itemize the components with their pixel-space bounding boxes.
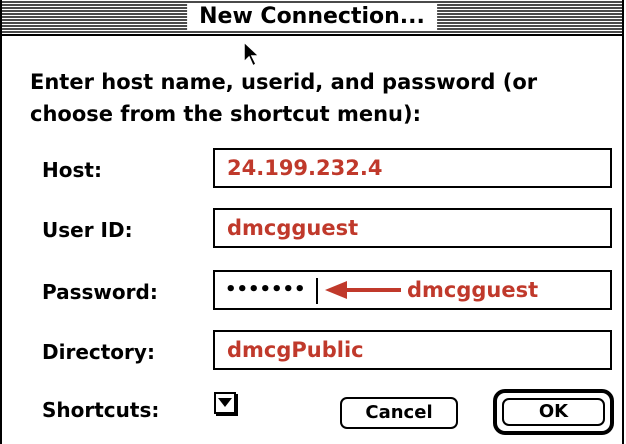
host-value: 24.199.232.4 [227, 156, 383, 180]
cancel-button[interactable]: Cancel [340, 397, 458, 429]
ok-button[interactable]: OK [502, 398, 605, 426]
text-caret [316, 278, 318, 304]
user-id-row: User ID: dmcgguest [2, 208, 622, 252]
host-label: Host: [42, 158, 102, 182]
directory-value: dmcgPublic [227, 338, 364, 362]
password-masked-value: ••••••• [225, 279, 306, 300]
shortcuts-menu[interactable] [214, 392, 236, 414]
title-bar[interactable]: New Connection... [2, 0, 622, 36]
host-field[interactable]: 24.199.232.4 [213, 148, 612, 188]
shortcuts-label: Shortcuts: [42, 398, 160, 422]
instructions-text: Enter host name, userid, and password (o… [30, 70, 538, 126]
new-connection-dialog: New Connection... Enter host name, useri… [0, 0, 624, 444]
left-arrow-icon [325, 281, 401, 299]
directory-field[interactable]: dmcgPublic [213, 330, 612, 370]
directory-row: Directory: dmcgPublic [2, 330, 622, 374]
password-field[interactable]: ••••••• dmcgguest [213, 270, 612, 310]
host-row: Host: 24.199.232.4 [2, 148, 622, 192]
password-label: Password: [42, 280, 158, 304]
user-id-value: dmcgguest [227, 216, 359, 240]
user-id-label: User ID: [42, 218, 133, 242]
password-row: Password: ••••••• dmcgguest [2, 270, 622, 314]
window-title: New Connection... [187, 4, 437, 30]
directory-label: Directory: [42, 340, 155, 364]
password-annotation: dmcgguest [407, 278, 539, 302]
triangle-down-icon [218, 398, 232, 407]
ok-button-default-ring: OK [493, 389, 614, 435]
user-id-field[interactable]: dmcgguest [213, 208, 612, 248]
